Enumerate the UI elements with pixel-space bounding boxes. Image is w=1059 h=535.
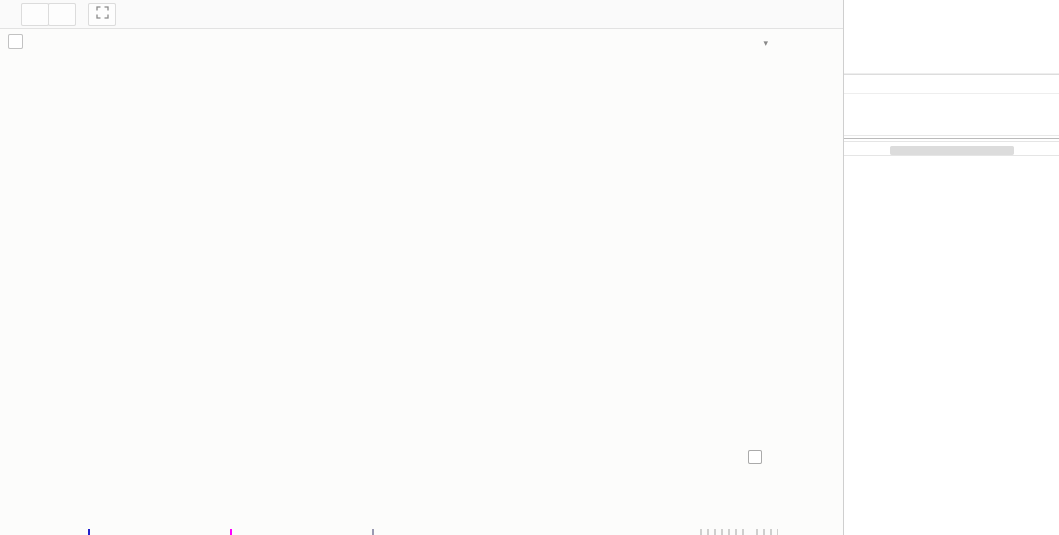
clipped-legend-text <box>756 529 778 535</box>
clipped-legend-tick <box>88 529 90 535</box>
fullscreen-icon <box>95 5 109 19</box>
zoom-in-button[interactable] <box>21 2 49 26</box>
fullscreen-button[interactable] <box>88 2 116 26</box>
clipped-legend-tick <box>230 529 232 535</box>
clipped-subchart-legend <box>0 527 778 535</box>
close-indicator-icon[interactable] <box>748 450 762 464</box>
clipped-legend-text <box>700 529 746 535</box>
zoom-out-button[interactable] <box>48 2 76 26</box>
scroll-down-button[interactable] <box>889 145 1014 155</box>
clipped-legend-tick <box>372 529 374 535</box>
help-icon[interactable] <box>8 33 23 49</box>
l2-promo-row <box>844 115 1059 136</box>
chart-toolbar <box>0 0 843 29</box>
stock-trading-app: ▾ <box>0 0 1059 535</box>
quote-panel <box>843 0 1059 535</box>
ma-settings-button[interactable]: ▾ <box>760 33 768 49</box>
weibi-row <box>844 94 1059 115</box>
quote-header <box>844 0 1059 74</box>
book-divider <box>844 138 1059 139</box>
gear-icon[interactable] <box>27 34 42 49</box>
panel-scroll-strip <box>844 145 1059 155</box>
quote-stats <box>844 141 1059 144</box>
chevron-down-icon: ▾ <box>763 38 768 48</box>
volume-legend-bar <box>4 450 838 464</box>
ma-legend-bar: ▾ <box>4 33 838 49</box>
tick-list[interactable] <box>844 155 1059 285</box>
chart-area: ▾ <box>0 29 843 535</box>
trading-status-row <box>844 74 1059 94</box>
